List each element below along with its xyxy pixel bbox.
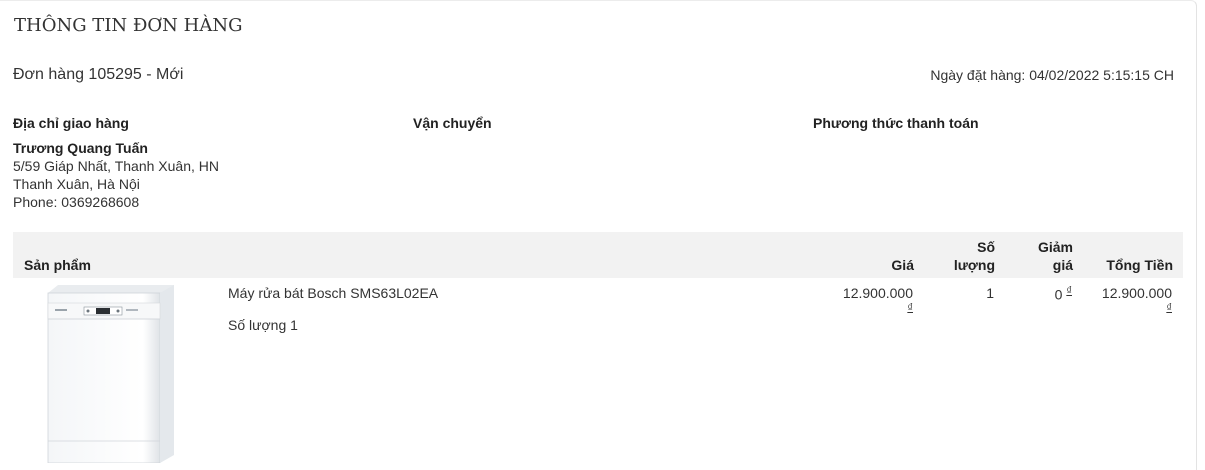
row-price-currency: ₫ [907, 302, 913, 314]
header-total: Tổng Tiền [1106, 257, 1173, 273]
product-quantity-note: Số lượng 1 [228, 317, 298, 333]
recipient-phone: Phone: 0369268608 [13, 194, 140, 210]
table-header: Sản phẩm Giá Số lượng Giảm giá Tổng Tiền [13, 232, 1183, 278]
row-discount-currency: ₫ [1066, 285, 1072, 297]
row-price: 12.900.000 [843, 285, 913, 301]
row-discount: 0 ₫ [1055, 285, 1072, 303]
header-discount-line2: giá [1052, 257, 1073, 273]
address-line-1: 5/59 Giáp Nhất, Thanh Xuân, HN [13, 158, 219, 174]
row-total-value: 12.900.000 [1101, 285, 1172, 301]
shipping-address: Trương Quang Tuấn 5/59 Giáp Nhất, Thanh … [13, 139, 219, 211]
shipping-method-heading: Vận chuyển [413, 115, 492, 131]
page-title: THÔNG TIN ĐƠN HÀNG [14, 15, 243, 36]
header-quantity-line2: lượng [953, 257, 995, 273]
payment-method-heading: Phương thức thanh toán [813, 115, 979, 131]
address-line-2: Thanh Xuân, Hà Nội [13, 176, 140, 192]
row-total: 12.900.000 [1102, 285, 1172, 301]
row-quantity: 1 [986, 285, 994, 301]
product-name[interactable]: Máy rửa bát Bosch SMS63L02EA [228, 285, 438, 301]
order-title: Đơn hàng 105295 - Mới [13, 66, 184, 83]
header-product: Sản phẩm [24, 257, 91, 273]
header-price: Giá [891, 257, 914, 273]
header-quantity-line1: Số [977, 239, 995, 255]
header-quantity: Số lượng [954, 238, 995, 274]
row-total-currency: ₫ [1166, 302, 1172, 314]
recipient-name: Trương Quang Tuấn [13, 140, 148, 156]
order-date: Ngày đặt hàng: 04/02/2022 5:15:15 CH [930, 67, 1174, 83]
row-price-value: 12.900.000 [842, 285, 913, 301]
header-discount-line1: Giảm [1037, 239, 1073, 255]
order-info-card: THÔNG TIN ĐƠN HÀNG Đơn hàng 105295 - Mới… [0, 0, 1197, 470]
row-discount-value: 0 [1054, 286, 1063, 303]
dishwasher-image [47, 285, 174, 463]
header-discount: Giảm giá [1038, 238, 1073, 274]
shipping-address-heading: Địa chỉ giao hàng [13, 115, 129, 131]
